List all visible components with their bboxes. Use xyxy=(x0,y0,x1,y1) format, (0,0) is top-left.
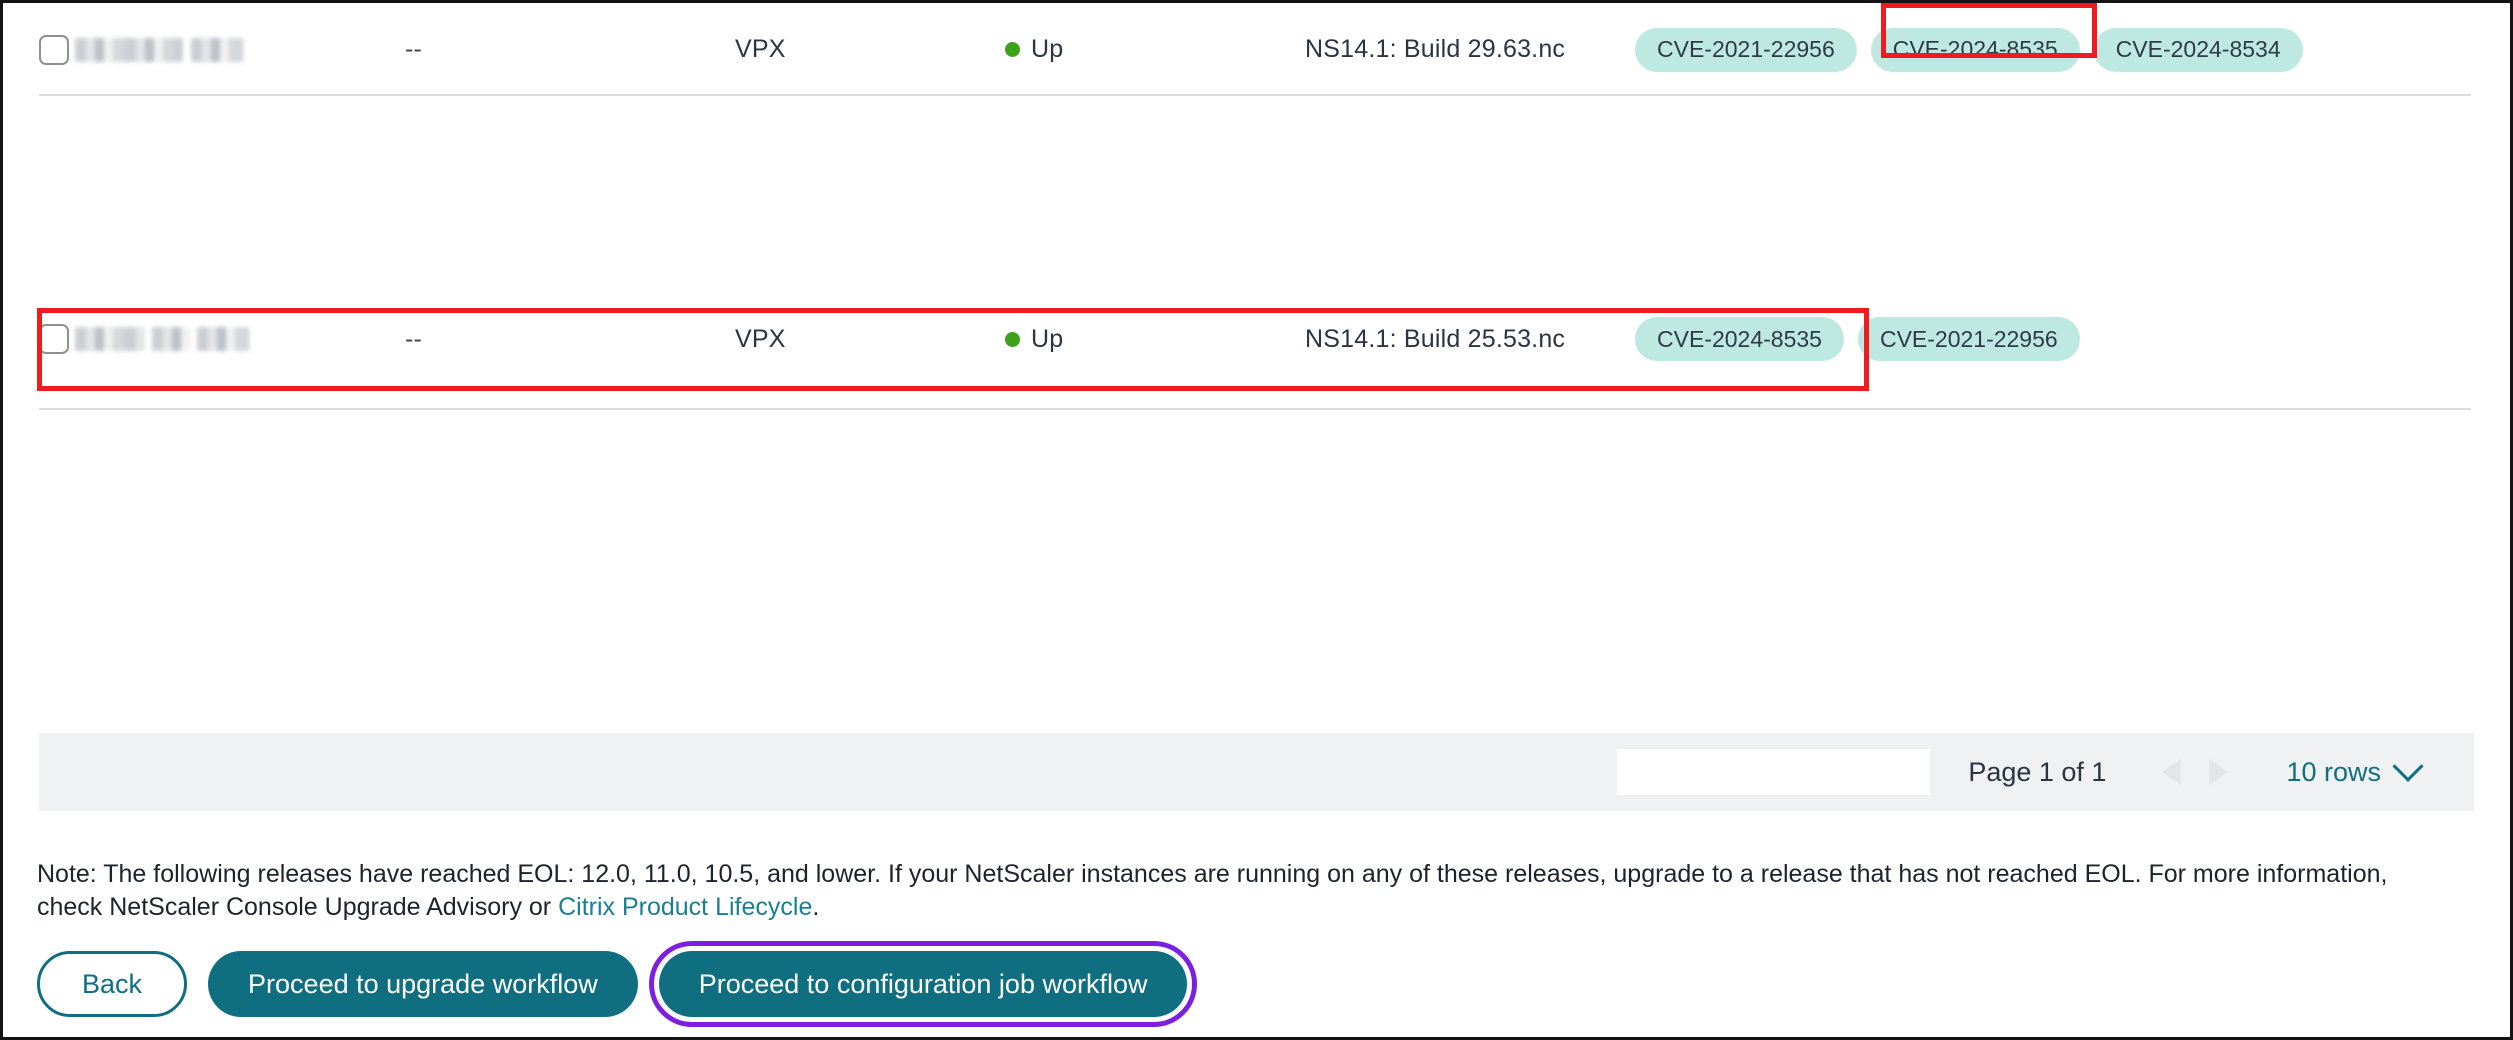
eol-note: Note: The following releases have reache… xyxy=(37,858,2437,924)
proceed-configuration-job-workflow-button[interactable]: Proceed to configuration job workflow xyxy=(648,941,1198,1027)
empty-rows-area xyxy=(3,96,2510,303)
back-button[interactable]: Back xyxy=(37,951,188,1017)
instance-state-cell: Up xyxy=(1005,325,1305,354)
pagination-bar: Page 1 of 1 10 rows xyxy=(39,733,2474,811)
status-dot-icon xyxy=(1005,331,1020,347)
cve-chip[interactable]: CVE-2021-22956 xyxy=(1857,317,2080,361)
version-cell: NS14.1: Build 25.53.nc xyxy=(1305,325,1635,354)
redacted-hostname-part xyxy=(152,327,190,351)
row-checkbox-cell[interactable] xyxy=(39,34,75,65)
cve-chip-highlighted[interactable]: CVE-2024-8535 xyxy=(1635,317,1844,361)
cve-chip[interactable]: CVE-2024-8534 xyxy=(2093,27,2303,72)
row-divider xyxy=(39,94,2471,96)
ip-address-cell: -- xyxy=(405,325,735,354)
instance-type-value: VPX xyxy=(735,324,786,353)
instance-type-cell: VPX xyxy=(735,325,1005,354)
row-select-checkbox[interactable] xyxy=(39,324,69,354)
ip-address-cell: -- xyxy=(405,35,735,64)
table-row[interactable]: -- VPX Up NS14.1: Build 29.63.nc CVE-202… xyxy=(3,3,2510,96)
instance-state-value: Up xyxy=(1031,324,1064,353)
instance-selection-screen: -- VPX Up NS14.1: Build 29.63.nc CVE-202… xyxy=(0,0,2513,1040)
row-checkbox-cell[interactable] xyxy=(39,324,75,354)
instance-type-cell: VPX xyxy=(735,35,1005,64)
cve-chip-highlighted[interactable]: CVE-2024-8535 xyxy=(1870,27,2080,72)
chevron-down-icon xyxy=(2392,750,2424,782)
proceed-upgrade-workflow-button[interactable]: Proceed to upgrade workflow xyxy=(208,951,638,1017)
host-name-cell xyxy=(75,37,405,62)
previous-page-icon[interactable] xyxy=(2162,759,2182,785)
instance-type-value: VPX xyxy=(735,35,786,63)
eol-note-suffix: . xyxy=(812,893,820,921)
version-cell: NS14.1: Build 29.63.nc xyxy=(1305,35,1635,64)
table-row[interactable]: -- VPX Up NS14.1: Build 25.53.nc CVE-202… xyxy=(3,303,2510,410)
redacted-hostname xyxy=(75,37,183,62)
cve-list-cell: CVE-2024-8535 CVE-2021-22956 xyxy=(1635,317,2510,361)
ip-address-value: -- xyxy=(405,324,423,353)
citrix-product-lifecycle-link[interactable]: Citrix Product Lifecycle xyxy=(558,893,812,921)
status-dot-icon xyxy=(1005,42,1020,57)
row-select-checkbox[interactable] xyxy=(39,34,69,65)
next-page-icon[interactable] xyxy=(2209,759,2229,785)
row-divider xyxy=(39,408,2471,410)
host-name-cell xyxy=(75,327,405,351)
instance-state-cell: Up xyxy=(1005,35,1305,64)
cve-list-cell: CVE-2021-22956 CVE-2024-8535 CVE-2024-85… xyxy=(1635,27,2510,72)
eol-note-text: Note: The following releases have reache… xyxy=(37,860,2388,921)
rows-per-page-label: 10 rows xyxy=(2286,756,2381,787)
page-indicator: Page 1 of 1 xyxy=(1968,756,2107,787)
rows-per-page-selector[interactable]: 10 rows xyxy=(2286,750,2424,788)
cve-chip[interactable]: CVE-2021-22956 xyxy=(1635,27,1857,72)
instance-state-value: Up xyxy=(1031,35,1064,63)
instances-table: -- VPX Up NS14.1: Build 29.63.nc CVE-202… xyxy=(3,3,2510,410)
redacted-hostname-part xyxy=(191,37,243,62)
pagination-search-input[interactable] xyxy=(1617,749,1931,795)
action-buttons: Back Proceed to upgrade workflow Proceed… xyxy=(37,941,1198,1027)
version-value: NS14.1: Build 25.53.nc xyxy=(1305,324,1566,353)
redacted-hostname xyxy=(75,327,145,351)
redacted-hostname-part xyxy=(197,327,249,351)
ip-address-value: -- xyxy=(405,35,423,63)
version-value: NS14.1: Build 29.63.nc xyxy=(1305,35,1566,63)
